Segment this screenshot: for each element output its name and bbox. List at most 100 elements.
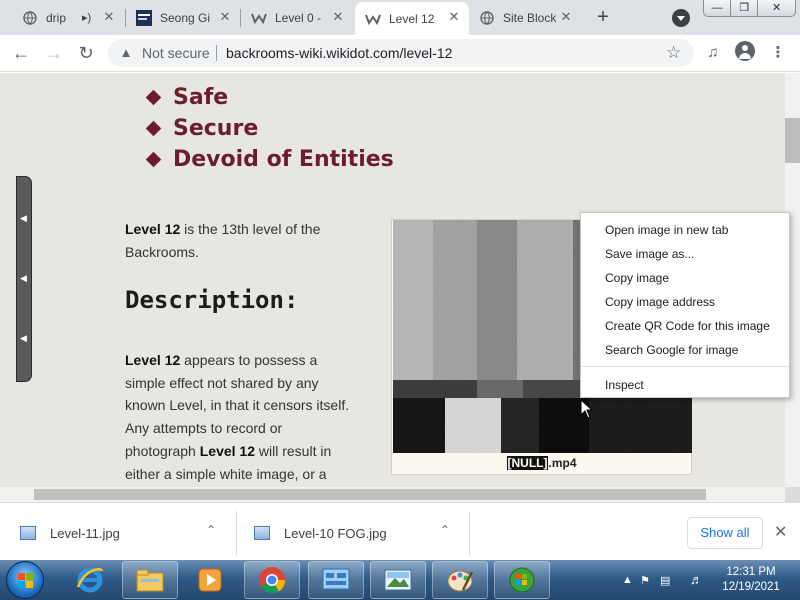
photo-viewer-icon[interactable] (370, 561, 426, 599)
globe-icon (22, 10, 38, 26)
menu-item-create-qr-code[interactable]: Create QR Code for this image (605, 319, 770, 333)
windows-update-icon[interactable] (494, 561, 550, 599)
scrollbar-thumb[interactable] (785, 118, 800, 163)
context-menu: Open image in new tab Save image as... C… (580, 212, 790, 398)
mouse-cursor-icon (580, 399, 594, 419)
download-filename[interactable]: Level-11.jpg (50, 526, 120, 541)
chevron-up-icon[interactable]: ⌃ (206, 523, 216, 537)
url-text[interactable]: backrooms-wiki.wikidot.com/level-12 (226, 45, 452, 61)
menu-item-inspect[interactable]: Inspect (605, 378, 644, 392)
scrollbar-thumb[interactable] (34, 489, 706, 500)
close-tab-icon[interactable]: ✕ (218, 10, 232, 24)
bullet-item: Secure (145, 116, 259, 141)
media-control-icon[interactable]: ♫ (701, 41, 725, 65)
bookmark-star-icon[interactable]: ☆ (666, 43, 681, 63)
profile-avatar-icon[interactable] (735, 41, 755, 61)
reload-icon[interactable]: ↻ (74, 41, 98, 65)
tab-title: Site Block (503, 10, 557, 25)
restore-icon[interactable]: ❐ (731, 0, 759, 16)
bullet-text: Secure (173, 116, 259, 141)
new-tab-icon[interactable]: + (592, 7, 614, 29)
tab-drip[interactable]: drip ▸) ✕ (12, 2, 124, 33)
download-bar: Level-11.jpg ⌃ Level-10 FOG.jpg ⌃ Show a… (0, 502, 800, 560)
image-caption: [NULL].mp4 (392, 456, 691, 470)
arrow-left-icon[interactable]: ◀ (20, 334, 29, 343)
network-icon[interactable]: ▤ (660, 574, 670, 587)
tab-level-12[interactable]: Level 12 ✕ (355, 2, 469, 35)
windows-logo-icon (18, 573, 34, 589)
clock[interactable]: 12:31 PM 12/19/2021 (716, 565, 786, 595)
browser-toolbar: ← → ↻ ▲ Not secure backrooms-wiki.wikido… (0, 35, 800, 72)
level-name: Level 12 (125, 221, 181, 237)
description-paragraph: Level 12 appears to possess a simple eff… (125, 349, 355, 485)
menu-divider (581, 366, 789, 367)
download-item[interactable]: Level-10 FOG.jpg (254, 513, 387, 553)
download-divider (236, 511, 237, 555)
tab-title: Level 0 - (275, 10, 322, 25)
bullet-item: Devoid of Entities (145, 147, 394, 172)
image-file-icon (254, 526, 270, 540)
horizontal-scrollbar[interactable] (0, 487, 785, 502)
tab-level-0[interactable]: Level 0 - ✕ (241, 2, 353, 33)
menu-item-copy-image-address[interactable]: Copy image address (605, 295, 715, 309)
clock-date: 12/19/2021 (722, 581, 780, 593)
bullet-item: Safe (145, 85, 229, 110)
chrome-icon[interactable] (244, 561, 300, 599)
diamond-bullet-icon (145, 89, 162, 106)
warning-icon[interactable]: ▲ (118, 45, 134, 61)
arrow-left-icon[interactable]: ◀ (20, 274, 29, 283)
close-tab-icon[interactable]: ✕ (447, 10, 461, 24)
side-panel-toggle[interactable]: ◀ ◀ ◀ (16, 176, 32, 382)
globe-icon (479, 10, 495, 26)
audio-playing-icon[interactable]: ▸) (82, 11, 91, 24)
close-tab-icon[interactable]: ✕ (559, 10, 573, 24)
download-filename[interactable]: Level-10 FOG.jpg (284, 526, 387, 541)
bullet-text: Safe (173, 85, 229, 110)
caption-suffix: .mp4 (548, 456, 577, 470)
close-download-bar-icon[interactable]: ✕ (774, 522, 787, 542)
forward-icon[interactable]: → (42, 41, 66, 65)
tab-strip: drip ▸) ✕ Seong Gi ✕ Level 0 - ✕ Level 1… (0, 0, 800, 35)
tab-search-icon[interactable] (672, 9, 690, 27)
volume-icon[interactable]: ♬ (690, 572, 703, 587)
menu-kebab-icon[interactable]: ⋮ (766, 41, 790, 65)
download-divider (469, 511, 470, 555)
close-window-icon[interactable]: ✕ (758, 0, 795, 16)
tab-title: Seong Gi (160, 10, 211, 25)
start-button[interactable] (6, 561, 44, 599)
back-icon[interactable]: ← (9, 41, 33, 65)
clock-time: 12:31 PM (726, 566, 776, 578)
scrollbar-corner (785, 487, 800, 502)
menu-item-search-google-image[interactable]: Search Google for image (605, 343, 738, 357)
windows-taskbar: ▲ ⚑ ▤ ♬ 12:31 PM 12/19/2021 (0, 560, 800, 600)
video-thumbnail-icon (136, 9, 152, 26)
screen: drip ▸) ✕ Seong Gi ✕ Level 0 - ✕ Level 1… (0, 0, 800, 600)
download-item[interactable]: Level-11.jpg (20, 513, 120, 553)
show-all-button[interactable]: Show all (687, 517, 763, 549)
null-tag: [NULL] (506, 456, 549, 470)
paint-icon[interactable] (432, 561, 488, 599)
section-heading: Description: (125, 286, 299, 314)
tab-seong-gi[interactable]: Seong Gi ✕ (126, 2, 240, 33)
minimize-icon[interactable]: — (704, 0, 732, 16)
media-player-icon[interactable] (182, 561, 238, 599)
diamond-bullet-icon (145, 120, 162, 137)
show-hidden-icons-icon[interactable]: ▲ (622, 574, 633, 586)
tab-site-block[interactable]: Site Block ✕ (469, 2, 581, 33)
menu-item-open-image-new-tab[interactable]: Open image in new tab (605, 223, 728, 237)
file-explorer-icon[interactable] (122, 561, 178, 599)
security-label[interactable]: Not secure (142, 45, 210, 61)
window-controls: — ❐ ✕ (703, 0, 796, 17)
chevron-up-icon[interactable]: ⌃ (440, 523, 450, 537)
menu-item-save-image-as[interactable]: Save image as... (605, 247, 694, 261)
tab-title: drip (46, 10, 67, 25)
arrow-left-icon[interactable]: ◀ (20, 214, 29, 223)
action-center-flag-icon[interactable]: ⚑ (640, 574, 650, 587)
control-panel-icon[interactable] (308, 561, 364, 599)
address-bar[interactable]: ▲ Not secure backrooms-wiki.wikidot.com/… (108, 39, 694, 67)
intro-paragraph: Level 12 is the 13th level of the Backro… (125, 218, 355, 263)
close-tab-icon[interactable]: ✕ (331, 10, 345, 24)
internet-explorer-icon[interactable] (62, 561, 118, 599)
close-tab-icon[interactable]: ✕ (102, 10, 116, 24)
menu-item-copy-image[interactable]: Copy image (605, 271, 669, 285)
